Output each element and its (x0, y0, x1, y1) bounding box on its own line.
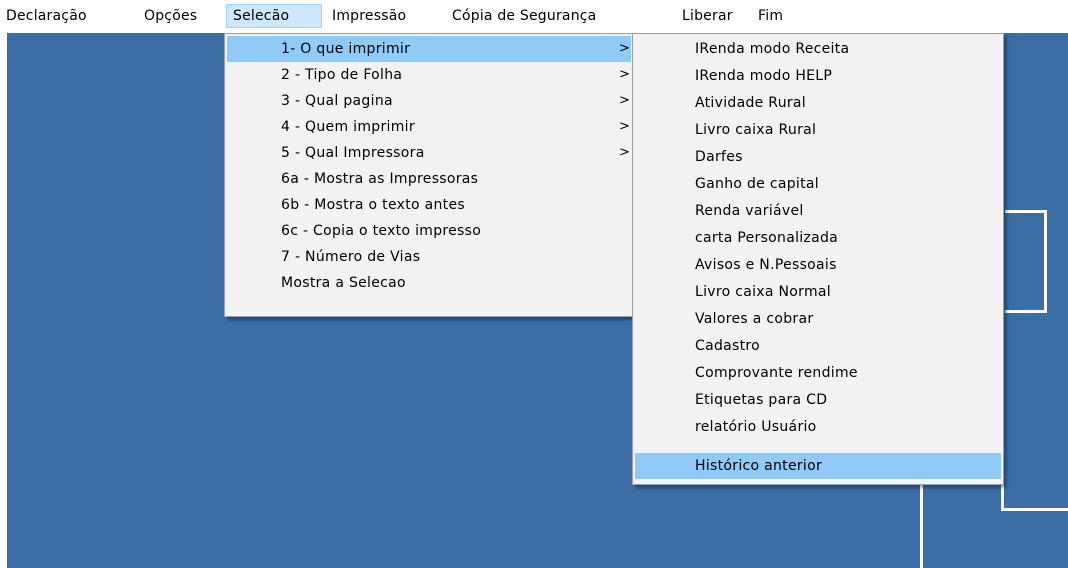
submenu-item-darfes[interactable]: Darfes (635, 144, 1001, 170)
submenu-item-historico-anterior[interactable]: Histórico anterior (635, 453, 1001, 479)
menu-item-label: Valores a cobrar (695, 311, 814, 327)
menu-item-label: Comprovante rendime (695, 365, 858, 381)
menu-item-label: 6c - Copia o texto impresso (281, 223, 482, 239)
submenu-item-livro-caixa-rural[interactable]: Livro caixa Rural (635, 117, 1001, 143)
submenu-item-comprovante-rendimento[interactable]: Comprovante rendime (635, 360, 1001, 386)
submenu-item-relatorio-usuario[interactable]: relatório Usuário (635, 414, 1001, 440)
menu-item-qual-impressora[interactable]: 5 - Qual Impressora > (227, 140, 631, 166)
menu-copia-de-seguranca[interactable]: Cópia de Segurança (446, 4, 602, 28)
submenu-item-irenda-help[interactable]: IRenda modo HELP (635, 63, 1001, 89)
menu-item-label: relatório Usuário (695, 419, 817, 435)
menu-item-qual-pagina[interactable]: 3 - Qual pagina > (227, 88, 631, 114)
submenu-item-avisos-pessoais[interactable]: Avisos e N.Pessoais (635, 252, 1001, 278)
window-outline-right (1044, 210, 1047, 313)
menu-bar: Declaração Opções Selecão Impressão Cópi… (0, 0, 1068, 32)
menu-fim[interactable]: Fim (752, 4, 789, 28)
menu-item-tipo-de-folha[interactable]: 2 - Tipo de Folha > (227, 62, 631, 88)
menu-item-label: 4 - Quem imprimir (281, 119, 415, 135)
menu-item-label: IRenda modo HELP (695, 68, 833, 84)
selecao-dropdown-menu: 1- O que imprimir > 2 - Tipo de Folha > … (224, 33, 634, 317)
submenu-item-valores-cobrar[interactable]: Valores a cobrar (635, 306, 1001, 332)
menu-item-label: carta Personalizada (695, 230, 839, 246)
chevron-right-icon: > (619, 67, 631, 82)
menu-item-label: 6a - Mostra as Impressoras (281, 171, 479, 187)
chevron-right-icon: > (619, 93, 631, 108)
menu-item-label: Ganho de capital (695, 176, 819, 192)
menu-item-label: Renda variável (695, 203, 804, 219)
menu-item-copia-texto-impresso[interactable]: 6c - Copia o texto impresso (227, 218, 631, 244)
submenu-item-atividade-rural[interactable]: Atividade Rural (635, 90, 1001, 116)
menu-item-label: 5 - Qual Impressora (281, 145, 425, 161)
menu-item-label: 2 - Tipo de Folha (281, 67, 403, 83)
menu-declaracao[interactable]: Declaração (0, 4, 93, 28)
window-outline-vertical (1001, 481, 1004, 511)
chevron-right-icon: > (619, 41, 631, 56)
window-outline-lower-vertical (920, 481, 923, 568)
menu-opcoes[interactable]: Opções (138, 4, 203, 28)
chevron-right-icon: > (619, 145, 631, 160)
submenu-item-irenda-receita[interactable]: IRenda modo Receita (635, 36, 1001, 62)
menu-liberar[interactable]: Liberar (676, 4, 739, 28)
menu-item-label: Atividade Rural (695, 95, 806, 111)
menu-item-o-que-imprimir[interactable]: 1- O que imprimir > (227, 36, 631, 62)
app-window: Declaração Opções Selecão Impressão Cópi… (0, 0, 1068, 568)
menu-item-label: 6b - Mostra o texto antes (281, 197, 465, 213)
menu-item-mostra-selecao[interactable]: Mostra a Selecao (227, 270, 631, 296)
menu-item-label: 3 - Qual pagina (281, 93, 393, 109)
submenu-item-carta-personalizada[interactable]: carta Personalizada (635, 225, 1001, 251)
o-que-imprimir-submenu: IRenda modo Receita IRenda modo HELP Ati… (632, 33, 1004, 485)
menu-item-label: 7 - Número de Vias (281, 249, 421, 265)
submenu-item-livro-caixa-normal[interactable]: Livro caixa Normal (635, 279, 1001, 305)
chevron-right-icon: > (619, 119, 631, 134)
menu-selecao[interactable]: Selecão (226, 4, 322, 28)
window-outline-horizontal (1001, 508, 1068, 511)
menu-item-label: IRenda modo Receita (695, 41, 850, 57)
window-outline-top (1005, 210, 1047, 213)
submenu-item-etiquetas-cd[interactable]: Etiquetas para CD (635, 387, 1001, 413)
menu-item-label: Cadastro (695, 338, 761, 354)
menu-impressao[interactable]: Impressão (326, 4, 412, 28)
menu-item-label: Livro caixa Rural (695, 122, 817, 138)
menu-item-numero-de-vias[interactable]: 7 - Número de Vias (227, 244, 631, 270)
window-outline-bottom (1005, 310, 1047, 313)
menu-item-label: Histórico anterior (695, 458, 823, 474)
menu-item-label: 1- O que imprimir (281, 41, 411, 57)
menu-item-quem-imprimir[interactable]: 4 - Quem imprimir > (227, 114, 631, 140)
submenu-item-cadastro[interactable]: Cadastro (635, 333, 1001, 359)
menu-item-label: Mostra a Selecao (281, 275, 406, 291)
menu-item-label: Avisos e N.Pessoais (695, 257, 837, 273)
menu-item-label: Darfes (695, 149, 743, 165)
menu-item-label: Livro caixa Normal (695, 284, 831, 300)
menu-item-mostra-texto-antes[interactable]: 6b - Mostra o texto antes (227, 192, 631, 218)
menu-item-mostra-impressoras[interactable]: 6a - Mostra as Impressoras (227, 166, 631, 192)
menu-item-label: Etiquetas para CD (695, 392, 828, 408)
submenu-item-ganho-capital[interactable]: Ganho de capital (635, 171, 1001, 197)
submenu-item-renda-variavel[interactable]: Renda variável (635, 198, 1001, 224)
